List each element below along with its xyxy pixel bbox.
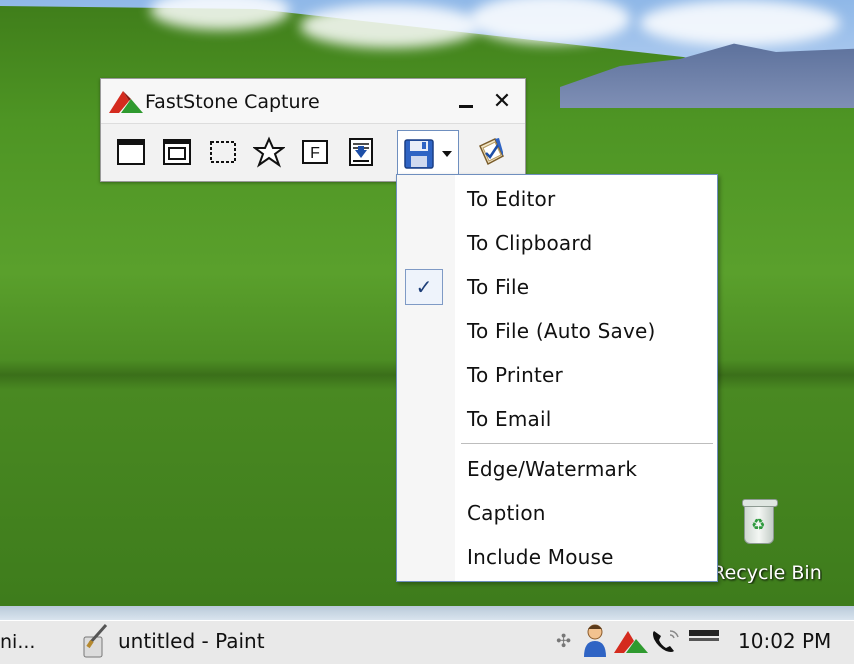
menu-item-label: To File xyxy=(467,275,530,299)
title-bar[interactable]: FastStone Capture ✕ xyxy=(101,79,525,123)
settings-button[interactable] xyxy=(475,136,507,168)
menu-item-label: To File (Auto Save) xyxy=(467,319,656,343)
recycle-bin-label: Recycle Bin xyxy=(712,562,822,584)
menu-item-label: To Clipboard xyxy=(467,231,593,255)
capture-freehand-region-button[interactable] xyxy=(252,136,286,168)
menu-item-include-mouse[interactable]: Include Mouse xyxy=(397,535,717,579)
menu-item-label: To Editor xyxy=(467,187,556,211)
checkmark-icon: ✓ xyxy=(405,269,443,305)
chevron-down-icon[interactable] xyxy=(440,147,454,161)
capture-window-object-button[interactable] xyxy=(161,136,193,168)
menu-item-to-file-auto-save[interactable]: To File (Auto Save) xyxy=(397,309,717,353)
output-destination-menu: To Editor To Clipboard ✓ To File To File… xyxy=(396,174,718,582)
tray-move-icon[interactable]: ✣ xyxy=(556,631,571,652)
window-object-icon xyxy=(163,139,191,165)
recycle-bin-icon: ♻ xyxy=(742,499,778,544)
window-title: FastStone Capture xyxy=(145,91,320,113)
faststone-logo-icon xyxy=(109,91,143,113)
capture-toolbar: F xyxy=(101,123,525,181)
menu-item-label: Edge/Watermark xyxy=(467,457,638,481)
recycle-bin-shortcut[interactable]: ♻ Recycle Bin xyxy=(712,496,822,588)
fixed-region-letter: F xyxy=(310,145,320,162)
taskbar-button-paint[interactable]: untitled - Paint xyxy=(78,621,338,661)
menu-item-label: To Printer xyxy=(467,363,563,387)
fixed-region-icon: F xyxy=(302,140,328,164)
minimize-button[interactable] xyxy=(453,89,479,115)
menu-item-caption[interactable]: Caption xyxy=(397,491,717,535)
taskbar-button-left[interactable]: ni... xyxy=(0,631,35,653)
floppy-disk-icon xyxy=(404,139,434,169)
user-icon[interactable] xyxy=(582,623,608,659)
taskbar-paint-label: untitled - Paint xyxy=(118,629,265,653)
menu-separator xyxy=(461,443,713,444)
taskbar-edge xyxy=(0,606,854,620)
menu-item-to-clipboard[interactable]: To Clipboard xyxy=(397,221,717,265)
freehand-icon xyxy=(252,136,286,168)
capture-active-window-button[interactable] xyxy=(115,136,147,168)
output-save-button[interactable] xyxy=(397,130,459,176)
scroll-icon xyxy=(349,138,373,166)
menu-item-label: Include Mouse xyxy=(467,545,614,569)
keyboard-icon[interactable] xyxy=(688,629,720,645)
taskbar: ni... untitled - Paint ✣ 10:02 PM xyxy=(0,620,854,664)
taskbar-clock[interactable]: 10:02 PM xyxy=(738,629,831,653)
menu-item-label: To Email xyxy=(467,407,552,431)
menu-item-to-printer[interactable]: To Printer xyxy=(397,353,717,397)
close-button[interactable]: ✕ xyxy=(489,89,515,115)
capture-rectangular-region-button[interactable] xyxy=(207,136,239,168)
paint-brush-icon xyxy=(83,624,108,658)
menu-item-to-email[interactable]: To Email xyxy=(397,397,717,441)
faststone-tray-icon[interactable] xyxy=(614,629,648,653)
window-icon xyxy=(117,139,145,165)
dashed-rect-icon xyxy=(210,141,236,163)
menu-item-to-editor[interactable]: To Editor xyxy=(397,177,717,221)
menu-item-to-file[interactable]: ✓ To File xyxy=(397,265,717,309)
capture-scrolling-window-button[interactable] xyxy=(345,136,377,168)
faststone-capture-window: FastStone Capture ✕ F xyxy=(100,78,526,182)
menu-item-edge-watermark[interactable]: Edge/Watermark xyxy=(397,447,717,491)
cloud xyxy=(150,0,290,30)
menu-item-label: Caption xyxy=(467,501,546,525)
cloud xyxy=(300,4,480,48)
phone-icon[interactable] xyxy=(650,627,682,655)
capture-fixed-region-button[interactable]: F xyxy=(299,136,331,168)
settings-icon xyxy=(479,138,504,166)
cloud xyxy=(640,0,840,46)
